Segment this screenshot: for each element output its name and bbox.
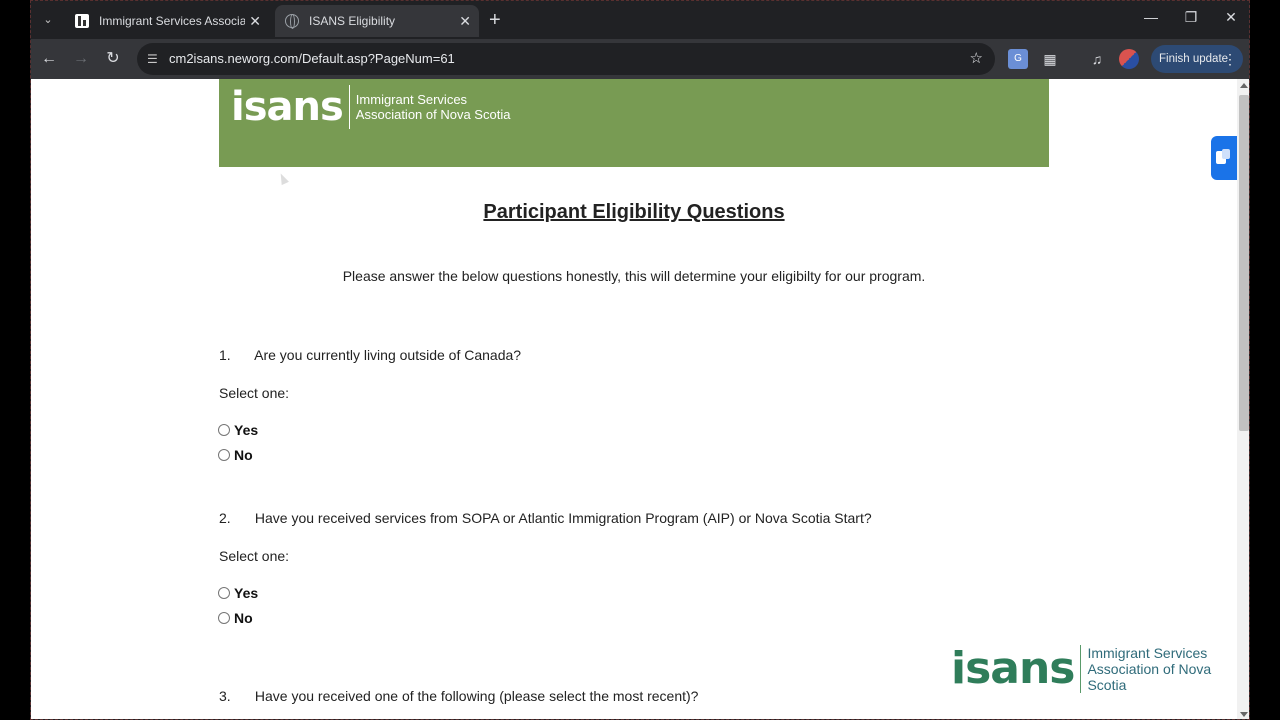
scroll-thumb[interactable] <box>1239 95 1249 431</box>
page-viewport: isans Immigrant Services Association of … <box>31 79 1249 719</box>
isans-favicon-icon <box>75 14 89 28</box>
finish-update-button[interactable]: Finish update ⋮ <box>1151 45 1243 73</box>
isans-footer-logo: isans Immigrant Services Association of … <box>951 643 1249 694</box>
logo-line2: Association of Nova Scotia <box>1087 661 1212 693</box>
scroll-up-icon[interactable] <box>1240 83 1248 88</box>
question-2: 2. Have you received services from SOPA … <box>219 510 872 526</box>
tab-strip: ⌄ Immigrant Services Association ✕ ISANS… <box>31 1 1249 39</box>
mouse-cursor-icon <box>277 171 289 186</box>
finish-update-label: Finish update <box>1159 53 1229 65</box>
translate-icon[interactable]: G <box>1008 49 1028 69</box>
option-label: Yes <box>234 422 259 438</box>
question-number: 1. <box>219 347 231 363</box>
tab-title: ISANS Eligibility <box>309 14 396 28</box>
logo-tagline: Immigrant Services Association of Nova S… <box>356 92 511 122</box>
media-icon[interactable]: ♫ <box>1087 49 1107 69</box>
page-scrollbar[interactable] <box>1237 79 1249 719</box>
option-label: No <box>234 610 253 626</box>
question-number: 2. <box>219 510 231 526</box>
question-text: Have you received one of the following (… <box>254 688 699 704</box>
logo-line2: Association of Nova Scotia <box>355 107 511 122</box>
browser-toolbar: ← → ↻ ☰ cm2isans.neworg.com/Default.asp?… <box>31 39 1249 79</box>
logo-divider <box>348 85 350 129</box>
profile-avatar[interactable] <box>1119 49 1139 69</box>
tab-isans-eligibility[interactable]: ISANS Eligibility ✕ <box>275 5 479 37</box>
option-label: No <box>234 447 253 463</box>
minimize-icon[interactable]: — <box>1141 9 1161 25</box>
logo-line1: Immigrant Services <box>1087 645 1208 661</box>
logo-word: isans <box>231 84 344 130</box>
q2-option-yes[interactable]: Yes <box>218 585 258 601</box>
bookmark-star-icon[interactable]: ☆ <box>970 43 983 75</box>
restore-icon[interactable]: ❐ <box>1181 9 1201 26</box>
logo-word: isans <box>951 643 1075 694</box>
q1-option-yes[interactable]: Yes <box>218 422 258 438</box>
question-1: 1. Are you currently living outside of C… <box>219 347 521 363</box>
logo-divider <box>1080 645 1082 693</box>
forward-icon[interactable]: → <box>69 47 93 71</box>
reload-icon[interactable]: ↻ <box>101 47 125 71</box>
question-text: Have you received services from SOPA or … <box>254 510 872 526</box>
tab-title: Immigrant Services Association <box>99 14 245 28</box>
question-number: 3. <box>219 688 231 704</box>
q1-option-no[interactable]: No <box>218 447 253 463</box>
close-tab-icon[interactable]: ✕ <box>459 5 471 37</box>
option-label: Yes <box>234 585 259 601</box>
question-text: Are you currently living outside of Cana… <box>254 347 522 363</box>
select-one-label: Select one: <box>219 548 290 564</box>
radio-button[interactable] <box>218 587 230 599</box>
tab-immigrant-services[interactable]: Immigrant Services Association ✕ <box>65 5 269 37</box>
globe-icon <box>285 14 299 29</box>
address-bar[interactable]: ☰ cm2isans.neworg.com/Default.asp?PageNu… <box>137 43 995 75</box>
menu-dots-icon: ⋮ <box>1223 51 1237 67</box>
logo-line1: Immigrant Services <box>355 92 468 107</box>
close-tab-icon[interactable]: ✕ <box>249 5 261 37</box>
side-panel-widget-icon[interactable] <box>1211 136 1237 180</box>
close-window-icon[interactable]: ✕ <box>1221 9 1241 26</box>
intro-text: Please answer the below questions honest… <box>342 268 926 284</box>
url-text: cm2isans.neworg.com/Default.asp?PageNum=… <box>169 51 455 66</box>
isans-logo: isans Immigrant Services Association of … <box>231 85 510 129</box>
tab-search-icon[interactable]: ⌄ <box>37 9 59 31</box>
logo-tagline: Immigrant Services Association of Nova S… <box>1087 645 1249 693</box>
page-title: Participant Eligibility Questions <box>483 201 785 223</box>
select-one-label: Select one: <box>219 385 290 401</box>
browser-window: ⌄ Immigrant Services Association ✕ ISANS… <box>30 0 1250 720</box>
scroll-down-icon[interactable] <box>1240 712 1248 717</box>
question-3: 3. Have you received one of the followin… <box>219 688 698 704</box>
back-icon[interactable]: ← <box>37 47 61 71</box>
new-tab-button[interactable]: + <box>489 9 501 31</box>
header-banner: isans Immigrant Services Association of … <box>219 79 1049 167</box>
site-info-icon[interactable]: ☰ <box>147 43 158 75</box>
q2-option-no[interactable]: No <box>218 610 253 626</box>
radio-button[interactable] <box>218 449 230 461</box>
radio-button[interactable] <box>218 424 230 436</box>
extensions-icon[interactable]: ▦ <box>1040 49 1060 69</box>
radio-button[interactable] <box>218 612 230 624</box>
